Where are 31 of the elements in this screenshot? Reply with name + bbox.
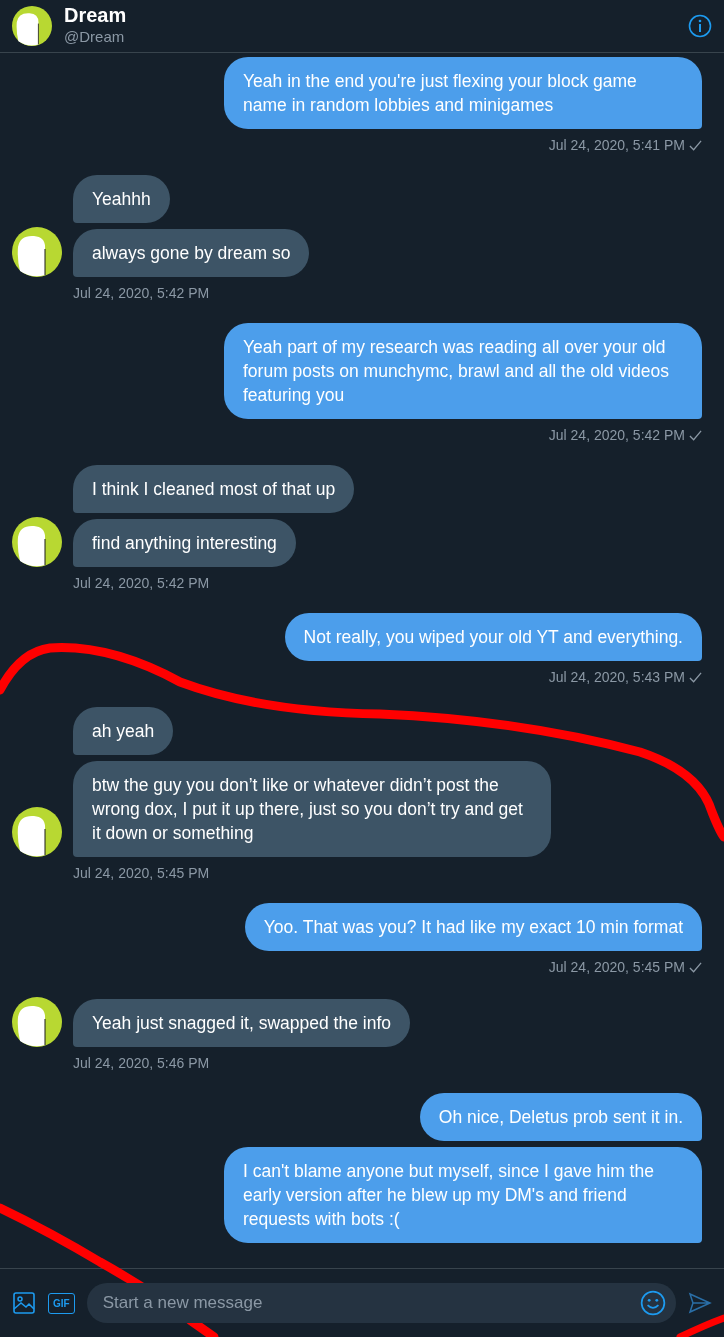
emoji-icon[interactable] [640,1290,666,1316]
message-time: Jul 24, 2020, 5:45 PM [73,865,210,881]
message-bubble: find anything interesting [73,519,296,567]
message-bubble: Yeahhh [73,175,170,223]
send-icon[interactable] [688,1291,712,1315]
contact-handle: @Dream [64,27,126,47]
message-bubble: Yoo. That was you? It had like my exact 10 min format [244,903,702,951]
message-bubble: always gone by dream so [73,229,310,277]
message-bubble: I think I cleaned most of that up [73,465,355,513]
message-time: Jul 24, 2020, 5:45 PM [548,959,685,975]
contact-name: Dream [64,4,128,26]
image-icon[interactable] [12,1291,36,1315]
message-time: Jul 24, 2020, 5:42 PM [73,575,210,591]
message-time: Jul 24, 2020, 5:42 PM [548,427,685,443]
message-time: Jul 24, 2020, 5:46 PM [73,1055,210,1071]
message-bubble: Not really, you wiped your old YT and everything. [284,613,702,661]
message-time: Jul 24, 2020, 5:41 PM [548,137,685,153]
message-bubble: Yeah in the end you're just flexing your block game name in random lobbies and minigames [224,57,702,129]
message-bubble: btw the guy you don’t like or whatever didn’t post the wrong dox, I put it up there, just so you don’t try and get it down or something [73,761,551,857]
message-bubble: Yeah part of my research was reading all over your old forum posts on munchymc, brawl and all the old videos featuring you [224,323,702,419]
message-time: Jul 24, 2020, 5:43 PM [548,669,685,685]
message-time: Jul 24, 2020, 5:42 PM [73,285,210,301]
message-bubble: Oh nice, Deletus prob sent it in. [419,1093,702,1141]
message-input[interactable]: Start a new message [100,1292,640,1314]
message-bubble: Yeah just snagged it, swapped the info [73,999,411,1047]
info-icon[interactable] [688,14,712,38]
message-bubble: I can't blame anyone but myself, since I gave him the early version after he blew up my DM's and friend requests with bots :( [224,1147,702,1243]
marker-stroke [676,1314,724,1337]
gif-button[interactable]: GIF [48,1292,75,1314]
message-field[interactable]: Start a new message [86,1283,676,1323]
message-bubble: ah yeah [73,707,174,755]
